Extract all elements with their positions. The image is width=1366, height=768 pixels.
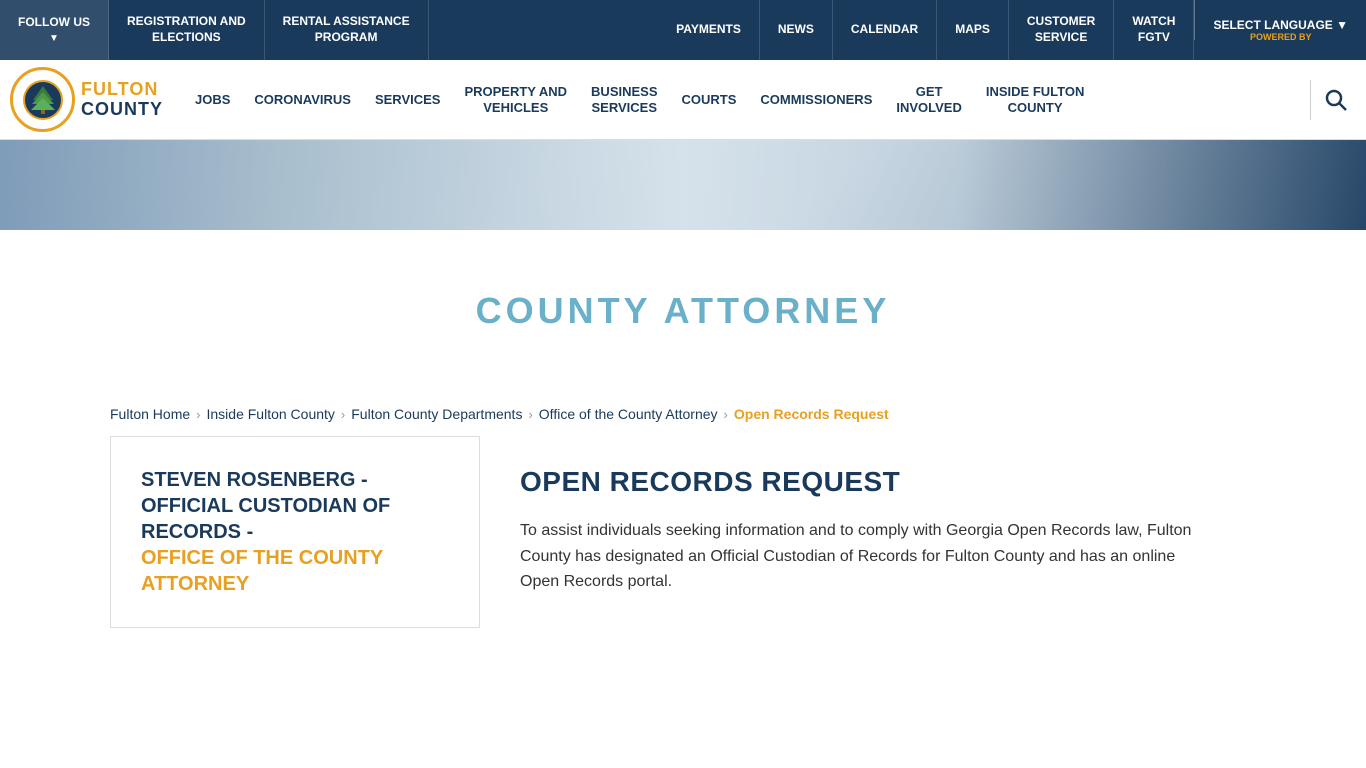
- watch-fgtv-label: WATCHFGTV: [1132, 14, 1175, 45]
- customer-service-label: CUSTOMERSERVICE: [1027, 14, 1095, 45]
- page-title-section: COUNTY ATTORNEY: [0, 230, 1366, 392]
- top-utility-bar: FOLLOW US ▼ REGISTRATION ANDELECTIONS RE…: [0, 0, 1366, 60]
- breadcrumb-sep-1: ›: [196, 407, 200, 422]
- logo-text: FULTON COUNTY: [81, 80, 163, 120]
- follow-us-button[interactable]: FOLLOW US ▼: [0, 0, 109, 60]
- logo[interactable]: FULTON COUNTY: [10, 67, 163, 132]
- breadcrumb-sep-4: ›: [724, 407, 728, 422]
- sidebar: STEVEN ROSENBERG - OFFICIAL CUSTODIAN OF…: [110, 436, 480, 628]
- payments-label: PAYMENTS: [676, 22, 741, 38]
- nav-item-property-vehicles[interactable]: PROPERTY AND VEHICLES: [452, 60, 579, 140]
- nav-business-line2: SERVICES: [592, 100, 658, 116]
- rental-assistance-button[interactable]: RENTAL ASSISTANCEPROGRAM: [265, 0, 429, 60]
- hero-banner: [0, 140, 1366, 230]
- rental-assistance-label: RENTAL ASSISTANCEPROGRAM: [283, 14, 410, 45]
- calendar-label: CALENDAR: [851, 22, 918, 38]
- sidebar-title-highlight: OFFICE OF THE COUNTY ATTORNEY: [141, 547, 383, 595]
- breadcrumb-fulton-home[interactable]: Fulton Home: [110, 406, 190, 422]
- news-button[interactable]: NEWS: [760, 0, 833, 60]
- nav-get-line1: GET: [916, 84, 943, 100]
- customer-service-button[interactable]: CUSTOMERSERVICE: [1009, 0, 1114, 60]
- nav-inside-line1: INSIDE FULTON: [986, 84, 1084, 100]
- maps-button[interactable]: MAPS: [937, 0, 1009, 60]
- nav-items-list: JOBS CORONAVIRUS SERVICES PROPERTY AND V…: [183, 60, 1305, 140]
- nav-item-business-services[interactable]: BUSINESS SERVICES: [579, 60, 669, 140]
- follow-us-label: FOLLOW US: [18, 15, 90, 31]
- content-title: OPEN RECORDS REQUEST: [520, 466, 1216, 498]
- calendar-button[interactable]: CALENDAR: [833, 0, 937, 60]
- nav-inside-line2: COUNTY: [1008, 100, 1063, 116]
- breadcrumb-sep-2: ›: [341, 407, 345, 422]
- registration-elections-label: REGISTRATION ANDELECTIONS: [127, 14, 246, 45]
- nav-item-jobs[interactable]: JOBS: [183, 60, 242, 140]
- nav-item-commissioners[interactable]: COMMISSIONERS: [748, 60, 884, 140]
- payments-button[interactable]: PAYMENTS: [658, 0, 760, 60]
- registration-elections-button[interactable]: REGISTRATION ANDELECTIONS: [109, 0, 265, 60]
- logo-fulton: FULTON: [81, 80, 163, 100]
- breadcrumb: Fulton Home › Inside Fulton County › Ful…: [0, 392, 1366, 436]
- language-selector[interactable]: SELECT LANGUAGE ▼ POWERED BY: [1195, 0, 1366, 60]
- logo-tree-icon: [23, 80, 63, 120]
- nav-get-line2: INVOLVED: [896, 100, 962, 116]
- nav-item-coronavirus[interactable]: CORONAVIRUS: [242, 60, 363, 140]
- nav-item-inside-fulton-county[interactable]: INSIDE FULTON COUNTY: [974, 60, 1096, 140]
- nav-item-services[interactable]: SERVICES: [363, 60, 453, 140]
- nav-property-line2: VEHICLES: [483, 100, 548, 116]
- nav-property-line1: PROPERTY AND: [464, 84, 567, 100]
- breadcrumb-county-attorney[interactable]: Office of the County Attorney: [539, 406, 718, 422]
- content-area: STEVEN ROSENBERG - OFFICIAL CUSTODIAN OF…: [0, 436, 1366, 668]
- nav-divider: [1310, 80, 1311, 120]
- follow-us-chevron: ▼: [49, 32, 59, 45]
- nav-item-courts[interactable]: COURTS: [670, 60, 749, 140]
- logo-circle: [10, 67, 75, 132]
- main-navigation: FULTON COUNTY JOBS CORONAVIRUS SERVICES …: [0, 60, 1366, 140]
- breadcrumb-departments[interactable]: Fulton County Departments: [351, 406, 522, 422]
- news-label: NEWS: [778, 22, 814, 38]
- breadcrumb-sep-3: ›: [528, 407, 532, 422]
- nav-business-line1: BUSINESS: [591, 84, 657, 100]
- breadcrumb-inside-fulton[interactable]: Inside Fulton County: [207, 406, 335, 422]
- nav-item-get-involved[interactable]: GET INVOLVED: [884, 60, 974, 140]
- search-icon: [1325, 89, 1347, 111]
- logo-county: COUNTY: [81, 100, 163, 120]
- search-button[interactable]: [1316, 80, 1356, 120]
- breadcrumb-open-records: Open Records Request: [734, 406, 889, 422]
- content-text: To assist individuals seeking informatio…: [520, 518, 1216, 595]
- powered-by-label: POWERED BY: [1250, 32, 1312, 42]
- watch-fgtv-button[interactable]: WATCHFGTV: [1114, 0, 1194, 60]
- main-content: OPEN RECORDS REQUEST To assist individua…: [480, 436, 1256, 628]
- page-title: COUNTY ATTORNEY: [20, 290, 1346, 332]
- language-label: SELECT LANGUAGE ▼: [1213, 18, 1348, 32]
- maps-label: MAPS: [955, 22, 990, 38]
- sidebar-title: STEVEN ROSENBERG - OFFICIAL CUSTODIAN OF…: [141, 467, 449, 597]
